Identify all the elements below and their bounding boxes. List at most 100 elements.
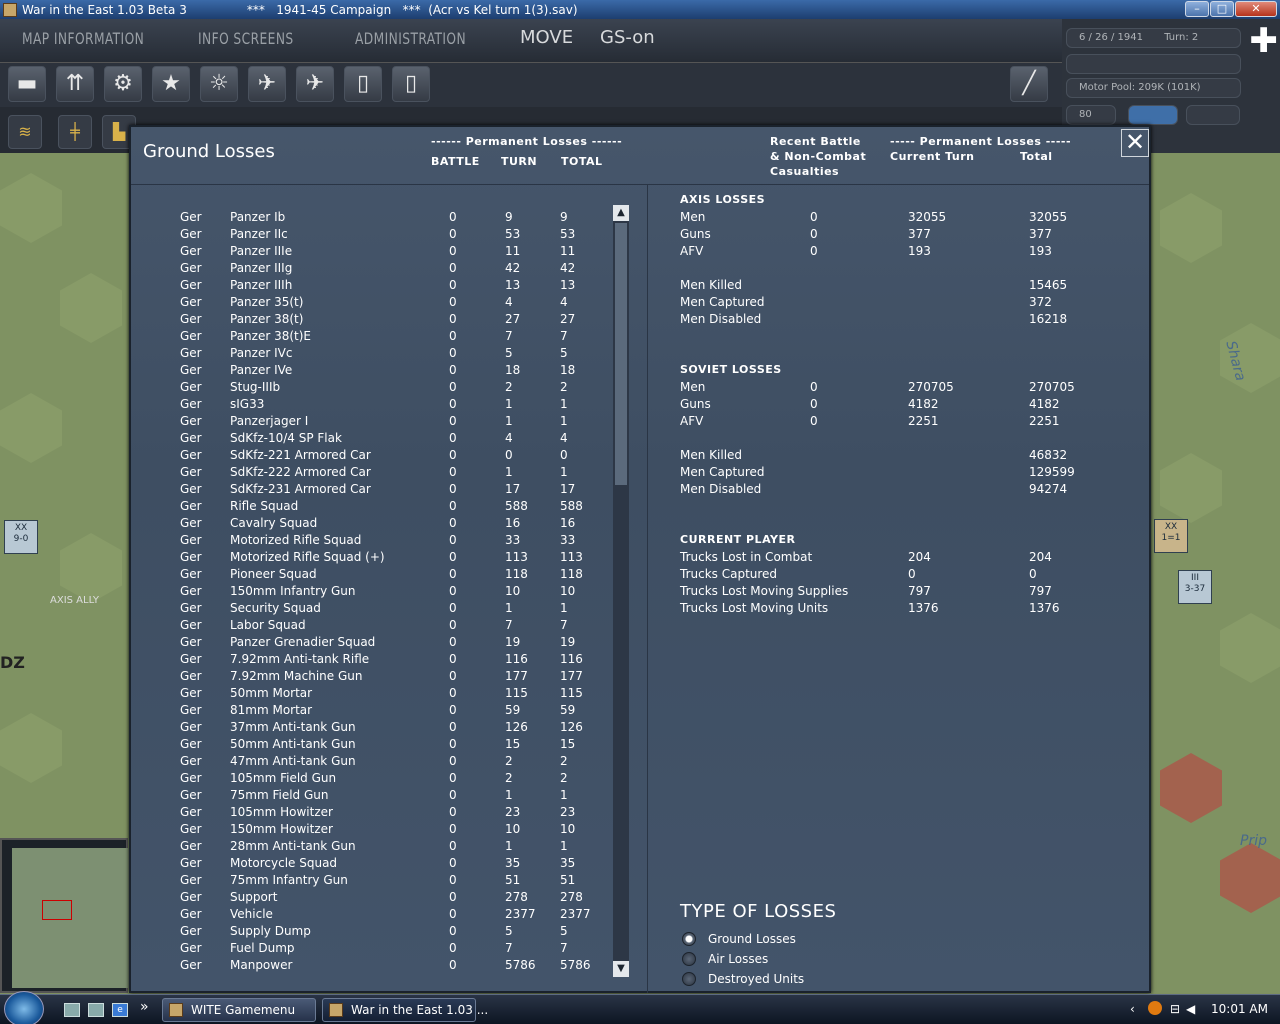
table-row[interactable]: Ger Panzer IIc 0 53 53 — [131, 226, 611, 243]
ie-icon[interactable]: e — [112, 1003, 128, 1017]
unit-counter-soviet-2[interactable]: III 3-37 — [1178, 570, 1212, 604]
table-row[interactable]: Ger Panzerjager I 0 1 1 — [131, 413, 611, 430]
maximize-button[interactable]: □ — [1210, 1, 1234, 17]
table-row[interactable]: Ger 81mm Mortar 0 59 59 — [131, 702, 611, 719]
minimap[interactable] — [0, 838, 132, 993]
tray-chevron-icon[interactable]: ‹ — [1130, 1002, 1135, 1016]
pencil-icon[interactable]: ╱ — [1010, 66, 1048, 102]
cell-battle: 0 — [449, 941, 457, 955]
toggle-blank[interactable] — [1186, 105, 1240, 125]
clock[interactable]: 10:01 AM — [1211, 1002, 1268, 1016]
unit-counter-soviet[interactable]: XX 9-0 — [4, 520, 38, 554]
minimize-button[interactable]: – — [1185, 1, 1209, 17]
window-close-button[interactable]: ✕ — [1235, 1, 1277, 17]
scroll-up-icon[interactable]: ▲ — [613, 205, 629, 221]
star-icon[interactable]: ★ — [152, 66, 190, 102]
units-icon[interactable]: ⇈ — [56, 66, 94, 102]
cell-nat: Ger — [180, 686, 202, 700]
table-row[interactable]: Ger 150mm Howitzer 0 10 10 — [131, 821, 611, 838]
switch-windows-icon[interactable] — [88, 1003, 104, 1017]
table-row[interactable]: Ger Panzer IVe 0 18 18 — [131, 362, 611, 379]
table-row[interactable]: Ger Panzer 38(t)E 0 7 7 — [131, 328, 611, 345]
table-row[interactable]: Ger 105mm Field Gun 0 2 2 — [131, 770, 611, 787]
tank-icon[interactable]: ▬ — [8, 66, 46, 102]
table-row[interactable]: Ger Motorized Rifle Squad 0 33 33 — [131, 532, 611, 549]
air-icon[interactable]: ✈ — [248, 66, 286, 102]
table-row[interactable]: Ger SdKfz-222 Armored Car 0 1 1 — [131, 464, 611, 481]
table-row[interactable]: Ger Vehicle 0 2377 2377 — [131, 906, 611, 923]
table-row[interactable]: Ger Panzer IIIg 0 42 42 — [131, 260, 611, 277]
radio-destroyed-units[interactable]: Destroyed Units — [680, 969, 804, 989]
road-icon[interactable]: ≋ — [8, 115, 42, 149]
table-row[interactable]: Ger Support 0 278 278 — [131, 889, 611, 906]
table-row[interactable]: Ger SdKfz-10/4 SP Flak 0 4 4 — [131, 430, 611, 447]
table-row[interactable]: Ger 75mm Infantry Gun 0 51 51 — [131, 872, 611, 889]
table-row[interactable]: Ger 28mm Anti-tank Gun 0 1 1 — [131, 838, 611, 855]
supply-icon[interactable]: ▯ — [392, 66, 430, 102]
tab-administration[interactable]: ADMINISTRATION — [355, 29, 466, 48]
zoom-display[interactable]: 80 — [1066, 105, 1116, 125]
bomber-icon[interactable]: ✈ — [296, 66, 334, 102]
gs-toggle[interactable]: GS-on — [600, 27, 655, 48]
table-row[interactable]: Ger Panzer IVc 0 5 5 — [131, 345, 611, 362]
table-row[interactable]: Ger Motorized Rifle Squad (+) 0 113 113 — [131, 549, 611, 566]
cell-battle: 0 — [449, 278, 457, 292]
table-row[interactable]: Ger Panzer Ib 0 9 9 — [131, 209, 611, 226]
table-row[interactable]: Ger 7.92mm Anti-tank Rifle 0 116 116 — [131, 651, 611, 668]
tab-info-screens[interactable]: INFO SCREENS — [198, 29, 294, 48]
table-row[interactable]: Ger Panzer Grenadier Squad 0 19 19 — [131, 634, 611, 651]
toggle-blue[interactable] — [1128, 105, 1178, 125]
unit-counter-axis[interactable]: XX 1=1 — [1154, 519, 1188, 553]
table-row[interactable]: Ger Pioneer Squad 0 118 118 — [131, 566, 611, 583]
table-row[interactable]: Ger Manpower 0 5786 5786 — [131, 957, 611, 974]
volume-icon[interactable]: ◀ — [1186, 1002, 1195, 1016]
table-row[interactable]: Ger Labor Squad 0 7 7 — [131, 617, 611, 634]
table-row[interactable]: Ger Supply Dump 0 5 5 — [131, 923, 611, 940]
table-row[interactable]: Ger 47mm Anti-tank Gun 0 2 2 — [131, 753, 611, 770]
gear-icon[interactable]: ⚙ — [104, 66, 142, 102]
table-row[interactable]: Ger sIG33 0 1 1 — [131, 396, 611, 413]
table-row[interactable]: Ger SdKfz-221 Armored Car 0 0 0 — [131, 447, 611, 464]
table-row[interactable]: Ger Motorcycle Squad 0 35 35 — [131, 855, 611, 872]
rail-icon[interactable]: ╪ — [58, 115, 92, 149]
dialog-close-button[interactable]: ✕ — [1121, 129, 1149, 157]
table-row[interactable]: Ger Panzer 35(t) 0 4 4 — [131, 294, 611, 311]
summary-recent: 0 — [810, 244, 818, 258]
table-row[interactable]: Ger 150mm Infantry Gun 0 10 10 — [131, 583, 611, 600]
move-mode-button[interactable]: MOVE — [520, 27, 573, 48]
table-row[interactable]: Ger Rifle Squad 0 588 588 — [131, 498, 611, 515]
table-row[interactable]: Ger Stug-IIIb 0 2 2 — [131, 379, 611, 396]
table-row[interactable]: Ger Fuel Dump 0 7 7 — [131, 940, 611, 957]
table-row[interactable]: Ger Security Squad 0 1 1 — [131, 600, 611, 617]
scroll-thumb[interactable] — [615, 223, 627, 485]
table-row[interactable]: Ger SdKfz-231 Armored Car 0 17 17 — [131, 481, 611, 498]
radio-ground-losses[interactable]: Ground Losses — [680, 929, 796, 949]
show-desktop-icon[interactable] — [64, 1003, 80, 1017]
radio-air-losses[interactable]: Air Losses — [680, 949, 768, 969]
table-row[interactable]: Ger 7.92mm Machine Gun 0 177 177 — [131, 668, 611, 685]
quicklaunch-chevron[interactable]: » — [140, 999, 149, 1015]
task-war-in-the-east[interactable]: War in the East 1.03 ... — [322, 998, 488, 1022]
start-button[interactable] — [4, 991, 44, 1024]
table-row[interactable]: Ger 75mm Field Gun 0 1 1 — [131, 787, 611, 804]
table-row[interactable]: Ger Panzer IIIe 0 11 11 — [131, 243, 611, 260]
table-row[interactable]: Ger Panzer IIIh 0 13 13 — [131, 277, 611, 294]
table-row[interactable]: Ger 37mm Anti-tank Gun 0 126 126 — [131, 719, 611, 736]
cell-turn: 2377 — [505, 907, 536, 921]
table-row[interactable]: Ger Panzer 38(t) 0 27 27 — [131, 311, 611, 328]
network-icon[interactable]: ⊟ — [1170, 1002, 1180, 1016]
scroll-down-icon[interactable]: ▼ — [613, 961, 629, 977]
cell-name: 50mm Mortar — [230, 686, 313, 700]
tray-app-icon[interactable] — [1148, 1001, 1162, 1015]
fuel-icon[interactable]: ▯ — [344, 66, 382, 102]
losses-scrollbar[interactable]: ▲ ▼ — [613, 205, 629, 977]
table-row[interactable]: Ger 50mm Mortar 0 115 115 — [131, 685, 611, 702]
task-wite-gamemenu[interactable]: WITE Gamemenu — [162, 998, 316, 1022]
minimap-viewport[interactable] — [42, 900, 72, 920]
summary-total: 270705 — [1029, 380, 1075, 394]
tab-map-information[interactable]: MAP INFORMATION — [22, 29, 144, 48]
table-row[interactable]: Ger 105mm Howitzer 0 23 23 — [131, 804, 611, 821]
weather-icon[interactable]: ☼ — [200, 66, 238, 102]
table-row[interactable]: Ger Cavalry Squad 0 16 16 — [131, 515, 611, 532]
table-row[interactable]: Ger 50mm Anti-tank Gun 0 15 15 — [131, 736, 611, 753]
